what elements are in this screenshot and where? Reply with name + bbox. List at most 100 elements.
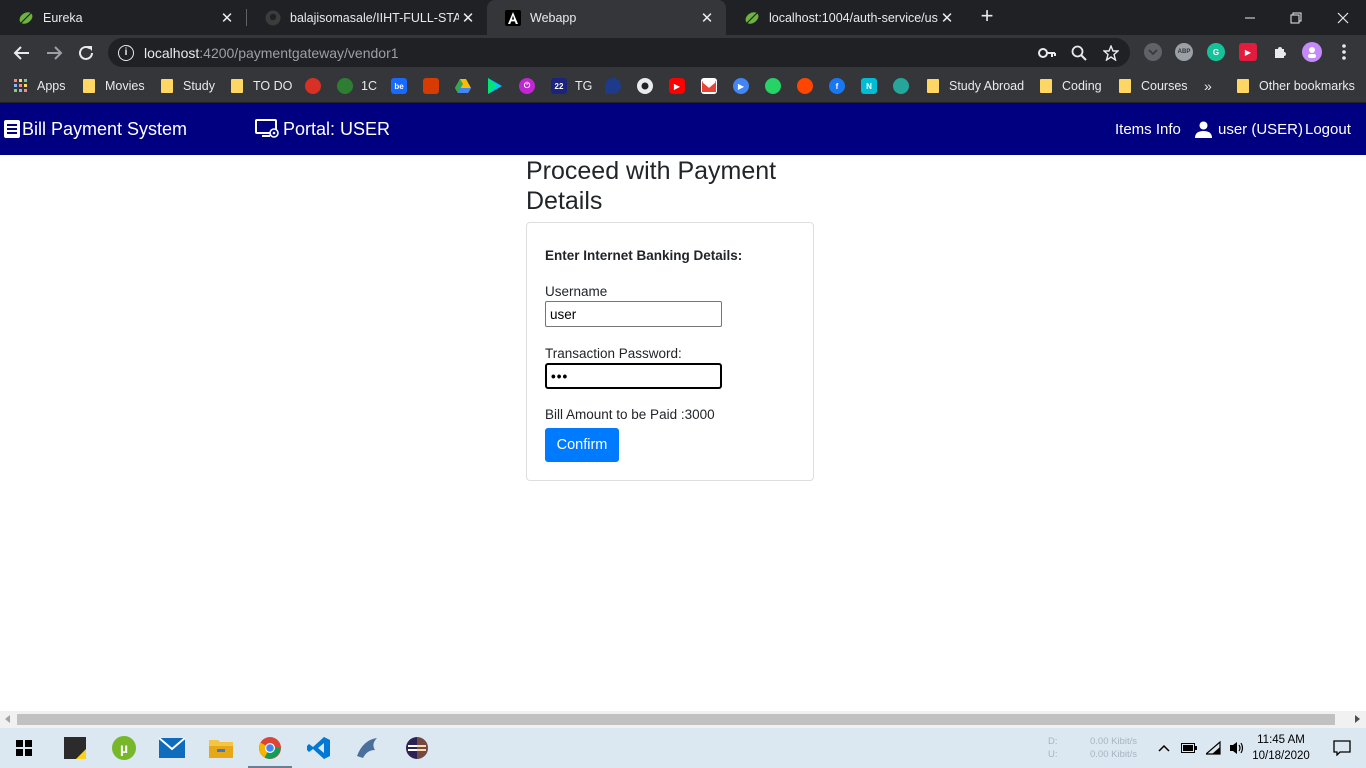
bookmark-meet[interactable]: ▶ (733, 76, 757, 96)
minimize-icon[interactable] (1227, 0, 1273, 35)
bookmark-label: 1C (361, 79, 377, 93)
volume-icon[interactable] (1226, 728, 1250, 768)
tab-title: Eureka (43, 10, 83, 25)
clock-time: 11:45 AM (1257, 734, 1305, 746)
bookmark-reddit[interactable] (797, 76, 821, 96)
tab-close-icon[interactable]: ✕ (218, 9, 236, 27)
restore-icon[interactable] (1273, 0, 1319, 35)
close-window-icon[interactable] (1320, 0, 1366, 35)
sticky-notes-icon[interactable] (51, 728, 99, 768)
bookmark-movies[interactable]: Movies (83, 76, 145, 96)
scroll-right-icon[interactable] (1355, 715, 1360, 723)
extension-red-icon[interactable]: ▶ (1239, 43, 1257, 61)
profile-avatar-icon[interactable] (1302, 42, 1322, 62)
bookmark-facebook[interactable]: f (829, 76, 853, 96)
notifications-icon[interactable] (1318, 728, 1366, 768)
adblock-icon[interactable]: ABP (1175, 43, 1193, 61)
mail-icon[interactable] (148, 728, 196, 768)
password-label: Transaction Password: (545, 346, 682, 361)
tab-title: localhost:1004/auth-service/user (769, 10, 938, 25)
bookmark-refresh[interactable] (893, 76, 917, 96)
zoom-icon[interactable] (1071, 38, 1087, 67)
bookmark-courses[interactable]: Courses (1119, 76, 1188, 96)
extensions-puzzle-icon[interactable] (1271, 43, 1289, 61)
nav-items-info[interactable]: Items Info (1115, 103, 1181, 155)
folder-icon (927, 79, 939, 93)
bookmark-red-ball[interactable] (305, 76, 329, 96)
utorrent-icon[interactable]: µ (100, 728, 148, 768)
bookmark-github[interactable] (637, 76, 661, 96)
bookmark-office[interactable] (423, 76, 447, 96)
bookmark-coding[interactable]: Coding (1040, 76, 1102, 96)
bookmark-study[interactable]: Study (161, 76, 215, 96)
tab-close-icon[interactable]: ✕ (698, 9, 716, 27)
mysql-workbench-icon[interactable] (344, 728, 392, 768)
back-icon[interactable] (8, 39, 36, 67)
apps-grid-icon (14, 79, 28, 93)
scroll-left-icon[interactable] (5, 715, 10, 723)
address-bar[interactable]: i localhost:4200/paymentgateway/vendor1 (108, 38, 1130, 67)
transaction-password-input[interactable] (545, 363, 722, 389)
battery-icon[interactable] (1177, 728, 1201, 768)
svg-text:µ: µ (120, 740, 128, 756)
confirm-button[interactable]: Confirm (545, 428, 619, 462)
brand-link[interactable]: Bill Payment System (4, 103, 187, 155)
chrome-taskbar-icon[interactable] (246, 728, 294, 768)
bookmark-gmail[interactable] (701, 76, 725, 96)
grammarly-icon[interactable]: G (1207, 43, 1225, 61)
bookmark-whatsapp[interactable] (765, 76, 789, 96)
network-speed-labels: D: U: (1048, 736, 1058, 760)
office-icon (423, 78, 439, 94)
browser-menu-icon[interactable] (1335, 43, 1353, 61)
bookmark-play[interactable] (487, 76, 511, 96)
tab-close-icon[interactable]: ✕ (938, 9, 956, 27)
bookmarks-overflow-button[interactable]: » (1204, 76, 1212, 96)
portal-label: Portal: USER (255, 103, 390, 155)
bookmark-todo[interactable]: TO DO (231, 76, 292, 96)
site-info-icon[interactable]: i (118, 44, 134, 61)
bookmark-behance[interactable]: be (391, 76, 415, 96)
new-tab-icon[interactable]: + (976, 5, 998, 27)
reload-icon[interactable] (72, 39, 100, 67)
taskbar-clock[interactable]: 11:45 AM 10/18/2020 (1248, 732, 1314, 764)
pocket-icon[interactable] (1144, 43, 1162, 61)
bookmark-n[interactable]: N (861, 76, 885, 96)
bookmark-power[interactable]: ⏻ (519, 76, 543, 96)
bookmark-1c[interactable]: 1C (337, 76, 377, 96)
card-title: Enter Internet Banking Details: (545, 248, 743, 263)
username-input[interactable] (545, 301, 722, 327)
tab-close-icon[interactable]: ✕ (459, 9, 477, 27)
vscode-icon[interactable] (295, 728, 343, 768)
bookmark-study-abroad[interactable]: Study Abroad (927, 76, 1024, 96)
tab-webapp[interactable]: Webapp ✕ (487, 0, 726, 35)
bookmark-drive[interactable] (455, 76, 479, 96)
key-icon[interactable] (1038, 38, 1056, 67)
file-explorer-icon[interactable] (197, 728, 245, 768)
tab-github[interactable]: balajisomasale/IIHT-FULL-STACK ✕ (247, 0, 487, 35)
bookmark-drop[interactable] (605, 76, 629, 96)
wifi-icon[interactable] (1202, 728, 1226, 768)
bookmark-tg[interactable]: 22 TG (551, 76, 592, 96)
gmail-icon (701, 78, 717, 94)
bookmark-youtube[interactable]: ▶ (669, 76, 693, 96)
google-drive-icon (455, 78, 471, 94)
bookmark-apps[interactable]: Apps (14, 76, 66, 96)
bookmark-star-icon[interactable] (1103, 38, 1119, 67)
tab-auth-service[interactable]: localhost:1004/auth-service/user ✕ (726, 0, 966, 35)
bookmark-label: TO DO (253, 79, 293, 93)
tray-expand-icon[interactable] (1152, 728, 1176, 768)
windows-start-icon[interactable] (0, 728, 48, 768)
horizontal-scrollbar[interactable] (0, 711, 1366, 728)
scrollbar-thumb[interactable] (17, 714, 1335, 725)
url-path: :4200/paymentgateway/vendor1 (199, 44, 399, 61)
drop-icon (605, 78, 621, 94)
forward-icon[interactable] (40, 39, 68, 67)
bookmark-label: Courses (1141, 79, 1188, 93)
bookmark-other[interactable]: Other bookmarks (1237, 76, 1355, 96)
nav-user[interactable]: user (USER) (1195, 103, 1303, 155)
spring-leaf-icon (18, 10, 34, 26)
nav-logout[interactable]: Logout (1305, 103, 1351, 155)
tab-eureka[interactable]: Eureka ✕ (0, 0, 246, 35)
eclipse-icon[interactable] (393, 728, 441, 768)
bookmark-label: Study (183, 79, 215, 93)
